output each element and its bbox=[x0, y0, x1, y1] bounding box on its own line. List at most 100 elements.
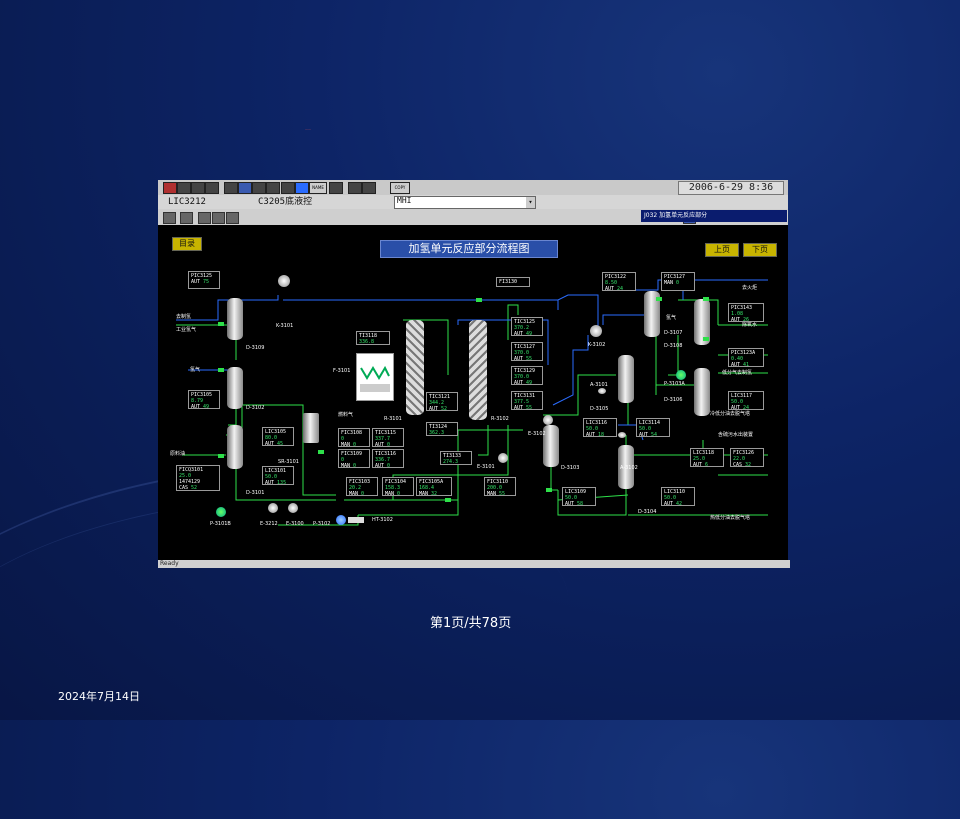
controller-fic3104[interactable]: FIC3104 158.3 MAN 0 bbox=[382, 477, 414, 497]
unlink-icon[interactable] bbox=[362, 182, 376, 194]
vessel-d3109[interactable] bbox=[227, 298, 243, 340]
controller-lic3109[interactable]: LIC3109 50.0 AUT 58 bbox=[562, 487, 596, 507]
folder-icon[interactable] bbox=[212, 212, 225, 224]
diagram-title: 加氢单元反应部分流程图 bbox=[380, 240, 558, 258]
controller-tic3125[interactable]: TIC3125 370.2 AUT 49 bbox=[511, 317, 543, 337]
controller-fic3109[interactable]: FIC3109 0 MAN 0 bbox=[338, 449, 370, 469]
output: 58 bbox=[577, 501, 584, 507]
controller-pic3122[interactable]: PIC3122 8.50 AUT 24 bbox=[602, 272, 636, 292]
tuning-icon[interactable] bbox=[252, 182, 266, 194]
controller-pic3123a[interactable]: PIC3123A 0.40 AUT 41 bbox=[728, 348, 764, 368]
valve-icon[interactable] bbox=[318, 450, 324, 454]
controller-pic3105[interactable]: PIC3105 8.79 AUT 49 bbox=[188, 390, 220, 410]
pump-p3103a[interactable] bbox=[676, 370, 686, 380]
compressor-k3102[interactable] bbox=[590, 325, 602, 337]
label-k3102: K-3102 bbox=[588, 342, 606, 348]
controller-fic3110[interactable]: FIC3110 200.0 MAN 55 bbox=[484, 477, 516, 497]
controller-fic3105a[interactable]: FIC3105A 168.4 MAN 32 bbox=[416, 477, 452, 497]
mode: AUT bbox=[265, 441, 275, 447]
overview-icon[interactable] bbox=[224, 182, 238, 194]
indicator-fi3130[interactable]: FI3130 bbox=[496, 277, 530, 287]
controller-fic3126[interactable]: FIC3126 22.0 CAS 32 bbox=[730, 448, 764, 468]
exchanger-e3101[interactable] bbox=[498, 453, 508, 463]
aircooler-a3101[interactable] bbox=[598, 388, 606, 394]
flag-icon[interactable] bbox=[198, 212, 211, 224]
name-button[interactable]: NAME bbox=[309, 182, 327, 194]
pump-p3101b[interactable] bbox=[216, 507, 226, 517]
output: 32 bbox=[745, 462, 752, 468]
pump-p3102[interactable] bbox=[336, 515, 346, 525]
index-button[interactable]: 目录 bbox=[172, 237, 202, 251]
trend-icon[interactable] bbox=[205, 182, 219, 194]
next-page-button[interactable]: 下页 bbox=[743, 243, 777, 257]
aircooler-a3102[interactable] bbox=[618, 432, 626, 438]
valve-icon[interactable] bbox=[703, 337, 709, 341]
vessel-d3102[interactable] bbox=[227, 367, 243, 409]
controller-tic3115[interactable]: TIC3115 337.7 AUT 0 bbox=[372, 428, 404, 448]
valve-icon[interactable] bbox=[546, 488, 552, 492]
faceplate-icon[interactable] bbox=[281, 182, 295, 194]
vessel-d3101[interactable] bbox=[227, 425, 243, 469]
controller-pic3127[interactable]: PIC3127 MAN 0 bbox=[661, 272, 695, 291]
window-icon[interactable] bbox=[226, 212, 239, 224]
mode: AUT bbox=[565, 501, 575, 507]
separator-sr3101[interactable] bbox=[303, 413, 319, 443]
mode-select[interactable]: MHI ▾ bbox=[394, 196, 536, 209]
controller-fic3108[interactable]: FIC3108 0 MAN 0 bbox=[338, 428, 370, 448]
valve-icon[interactable] bbox=[445, 498, 451, 502]
controller-fic3103[interactable]: FIC3103 20.2 MAN 0 bbox=[346, 477, 378, 497]
valve-icon[interactable] bbox=[703, 297, 709, 301]
controller-ficq3101[interactable]: FICQ3101 25.0 1474129 CAS 52 bbox=[176, 465, 220, 491]
controller-tic3131[interactable]: TIC3131 377.5 AUT 55 bbox=[511, 391, 543, 411]
exchanger-e3212[interactable] bbox=[268, 503, 278, 513]
stream-cold-low-sep: 冷低分油去脱气塔 bbox=[710, 411, 751, 417]
indicator-ti3124[interactable]: TI3124 362.3 bbox=[426, 422, 458, 436]
controller-tic3127[interactable]: TIC3127 370.0 AUT 55 bbox=[511, 342, 543, 362]
controller-pic3143[interactable]: PIC3143 1.08 AUT 26 bbox=[728, 303, 764, 323]
vessel-d3106[interactable] bbox=[694, 368, 710, 416]
tag-name[interactable]: LIC3212 bbox=[168, 196, 206, 208]
controller-lic3117[interactable]: LIC3117 50.0 AUT 24 bbox=[728, 391, 764, 411]
controller-tic3116[interactable]: TIC3116 336.7 AUT 0 bbox=[372, 449, 404, 469]
vessel-d3105[interactable] bbox=[618, 355, 634, 403]
copy-button[interactable]: COPY bbox=[390, 182, 410, 194]
navigate-icon[interactable] bbox=[295, 182, 309, 194]
exchanger-e3102[interactable] bbox=[543, 415, 553, 425]
controller-lic3105[interactable]: LIC3105 80.0 AUT 45 bbox=[262, 427, 294, 447]
controller-tic3121[interactable]: TIC3121 344.2 AUT 52 bbox=[426, 392, 458, 412]
check-icon[interactable] bbox=[180, 212, 193, 224]
controller-lic3116[interactable]: LIC3116 50.0 AUT 18 bbox=[583, 418, 617, 438]
label-ht3102: HT-3102 bbox=[372, 517, 393, 523]
reactor-r3101[interactable] bbox=[406, 320, 424, 415]
furnace-f3101[interactable] bbox=[356, 353, 394, 401]
valve-icon[interactable] bbox=[656, 297, 662, 301]
window-icon[interactable] bbox=[238, 182, 252, 194]
heater-ht3102[interactable] bbox=[348, 517, 364, 523]
valve-icon[interactable] bbox=[218, 322, 224, 326]
print-icon[interactable] bbox=[163, 212, 176, 224]
group-icon[interactable] bbox=[266, 182, 280, 194]
reactor-r3102[interactable] bbox=[469, 320, 487, 420]
chevron-down-icon[interactable]: ▾ bbox=[526, 197, 535, 208]
controller-lic3118[interactable]: LIC3118 25.0 AUT 6 bbox=[690, 448, 724, 468]
link-icon[interactable] bbox=[348, 182, 362, 194]
controller-lic3101[interactable]: LIC3101 50.0 AUT 135 bbox=[262, 466, 294, 486]
panel-icon[interactable] bbox=[177, 182, 191, 194]
valve-icon[interactable] bbox=[218, 368, 224, 372]
output: 55 bbox=[499, 491, 506, 497]
graphic-icon[interactable] bbox=[191, 182, 205, 194]
valve-icon[interactable] bbox=[476, 298, 482, 302]
mode: AUT bbox=[586, 432, 596, 438]
compressor-k3101[interactable] bbox=[278, 275, 290, 287]
indicator-ti3118[interactable]: TI3118 336.8 bbox=[356, 331, 390, 345]
controller-pic3125[interactable]: PIC3125 AUT 75 bbox=[188, 271, 220, 289]
camera-icon[interactable] bbox=[329, 182, 343, 194]
valve-icon[interactable] bbox=[218, 454, 224, 458]
exchanger-e3100[interactable] bbox=[288, 503, 298, 513]
controller-tic3129[interactable]: TIC3129 370.0 AUT 49 bbox=[511, 366, 543, 386]
alarm-icon[interactable] bbox=[163, 182, 177, 194]
indicator-ti3133[interactable]: TI3133 274.3 bbox=[440, 451, 472, 465]
prev-page-button[interactable]: 上页 bbox=[705, 243, 739, 257]
controller-lic3114[interactable]: LIC3114 50.0 AUT 54 bbox=[636, 418, 670, 438]
controller-lic3110[interactable]: LIC3110 50.0 AUT 42 bbox=[661, 487, 695, 507]
